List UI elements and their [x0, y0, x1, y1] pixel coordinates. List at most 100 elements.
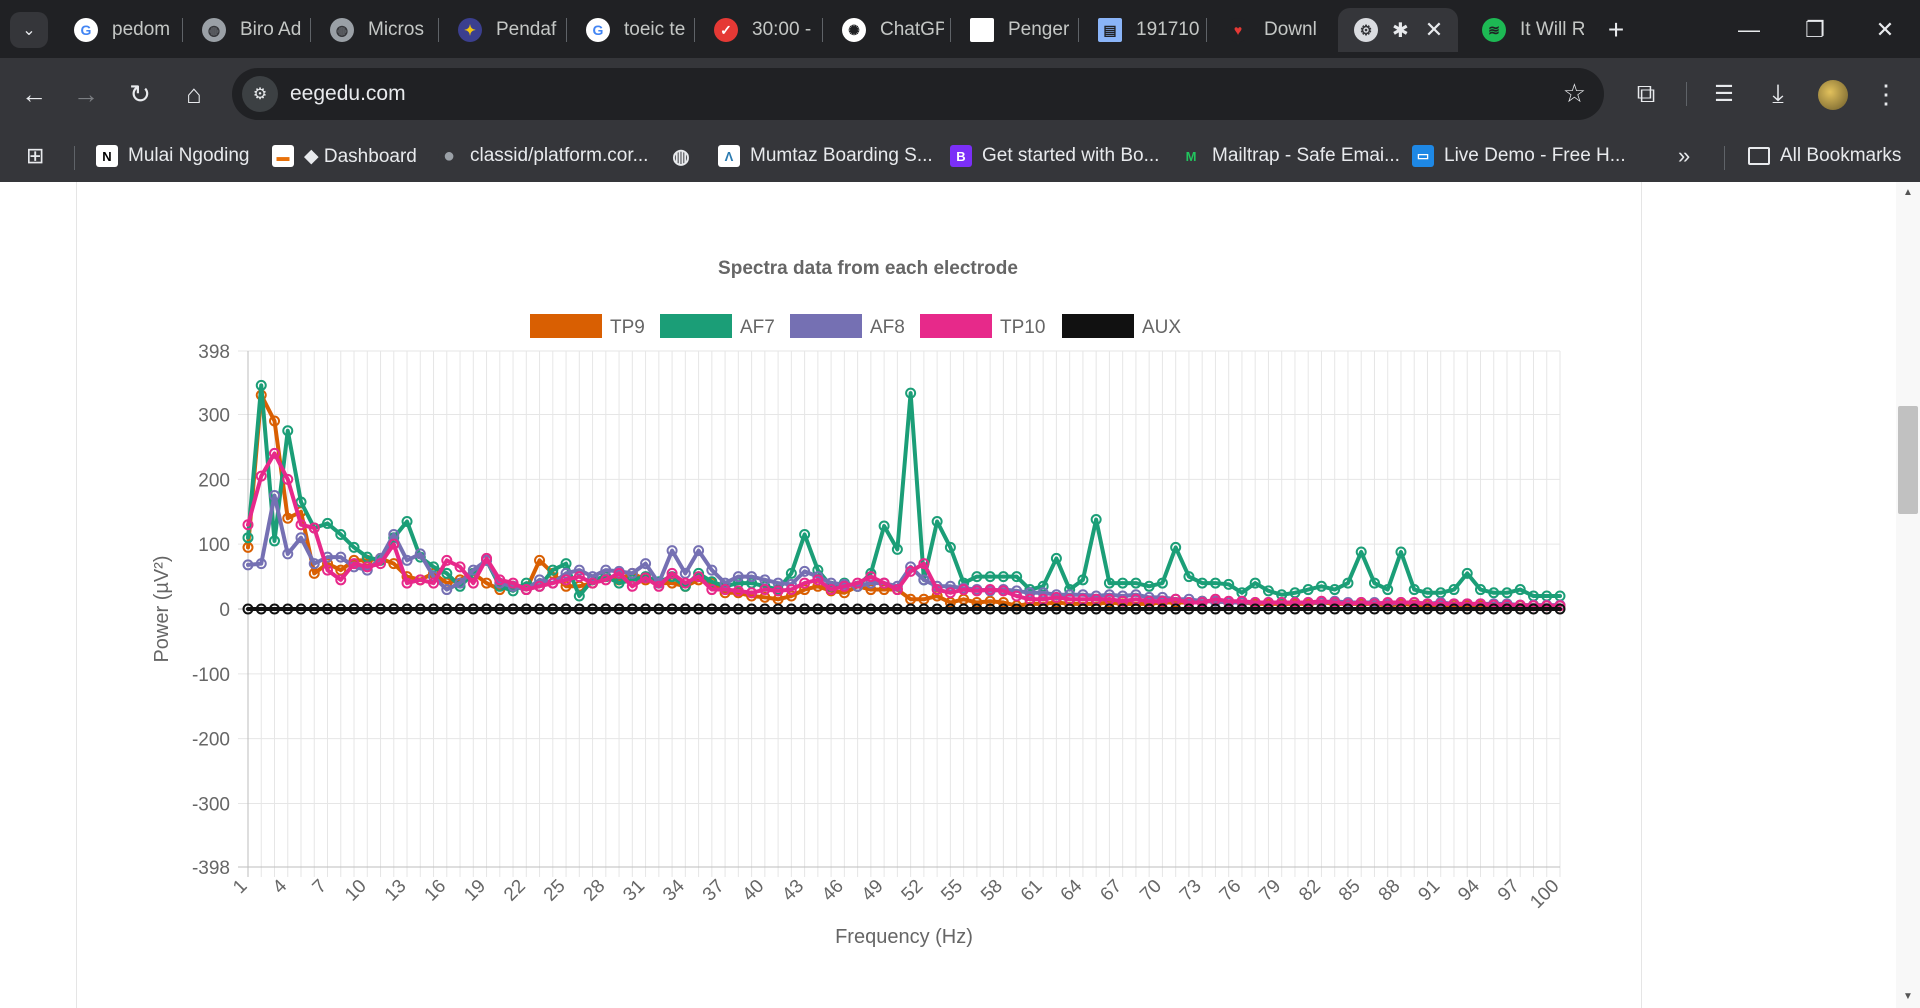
scroll-down-icon[interactable]: ▼ — [1898, 988, 1918, 1006]
tab-1[interactable]: ◍ Biro Ad — [186, 8, 304, 52]
tab-7[interactable]: Penger — [954, 8, 1072, 52]
home-button[interactable]: ⌂ — [176, 76, 212, 112]
bookmark-3[interactable]: ◍ — [670, 142, 702, 170]
mumtaz-icon: Λ — [718, 145, 740, 167]
bookmark-label: Mulai Ngoding — [128, 145, 250, 166]
x-tick-label: 34 — [659, 875, 689, 905]
x-tick-label: 40 — [739, 876, 769, 906]
legend-label-af8: AF8 — [870, 317, 905, 338]
bookmarks-overflow-button[interactable]: » — [1678, 142, 1690, 170]
globe-icon: ◍ — [202, 18, 226, 42]
bookmark-7[interactable]: ▭ Live Demo - Free H... — [1412, 142, 1626, 170]
tab-search-button[interactable]: ⌄ — [10, 12, 48, 48]
address-bar[interactable]: ⚙ eegedu.com ☆ — [232, 68, 1604, 120]
download-icon: ⤓ — [1772, 78, 1784, 108]
github-icon: ● — [438, 145, 460, 167]
media-controls-button[interactable]: ☰ — [1706, 76, 1742, 112]
tab-3[interactable]: ✦ Pendaf — [442, 8, 560, 52]
bookmark-label: Mailtrap - Safe Emai... — [1212, 145, 1400, 166]
minimize-button[interactable]: — — [1726, 10, 1772, 50]
restore-button[interactable]: ❐ — [1792, 10, 1838, 50]
x-tick-label: 58 — [977, 876, 1007, 906]
bookmark-6[interactable]: M Mailtrap - Safe Emai... — [1180, 142, 1400, 170]
globe-icon: ◍ — [330, 18, 354, 42]
tab-title: Penger — [1008, 19, 1070, 40]
bookmark-0[interactable]: N Mulai Ngoding — [96, 142, 249, 170]
profile-avatar[interactable] — [1818, 80, 1848, 110]
new-tab-button[interactable]: + — [1600, 12, 1632, 48]
url-text[interactable]: eegedu.com — [290, 82, 406, 106]
x-tick-label: 82 — [1295, 876, 1325, 906]
x-tick-label: 31 — [619, 876, 649, 906]
x-tick-label: 4 — [269, 875, 292, 898]
y-tick-label: 200 — [198, 470, 230, 491]
y-tick-label: -200 — [192, 730, 230, 751]
legend-label-aux: AUX — [1142, 317, 1181, 338]
x-tick-label: 43 — [778, 876, 808, 906]
menu-button[interactable]: ⋮ — [1868, 76, 1904, 112]
scroll-up-icon[interactable]: ▲ — [1898, 184, 1918, 202]
bookmark-label: Get started with Bo... — [982, 145, 1160, 166]
downloads-button[interactable]: ⤓ — [1760, 76, 1796, 112]
bookmarks-bar: ⊞ N Mulai Ngoding ▬ ◆ Dashboard ● classid/pla… — [0, 130, 1920, 182]
bookmark-star-icon[interactable]: ☆ — [1563, 78, 1586, 109]
tab-title: Micros — [368, 19, 424, 40]
minimize-icon: — — [1738, 17, 1760, 42]
close-window-button[interactable]: ✕ — [1862, 10, 1908, 50]
forward-arrow-icon: → — [73, 78, 99, 109]
x-tick-label: 28 — [580, 876, 610, 906]
close-tab-icon[interactable]: ✕ — [1425, 17, 1443, 43]
y-tick-label: -100 — [192, 665, 230, 686]
tab-10[interactable]: ⚙ ✱ ✕ — [1338, 8, 1458, 52]
reload-icon: ↻ — [129, 78, 151, 109]
apps-button[interactable]: ⊞ — [26, 142, 44, 170]
tab-4[interactable]: Gtoeic te — [570, 8, 688, 52]
browser-toolbar: ← → ↻ ⌂ ⚙ eegedu.com ☆ ⧉ ☰ ⤓ ⋮ — [0, 58, 1920, 130]
tab-0[interactable]: Gpedom — [58, 8, 176, 52]
legend-swatch-aux — [1062, 314, 1134, 338]
page-scrollbar[interactable] — [1896, 182, 1920, 1008]
folder-icon — [1748, 147, 1770, 165]
tab-2[interactable]: ◍ Micros — [314, 8, 432, 52]
x-tick-label: 10 — [341, 876, 371, 906]
bookmark-4[interactable]: Λ Mumtaz Boarding S... — [718, 142, 933, 170]
legend-label-af7: AF7 — [740, 317, 775, 338]
bookmark-5[interactable]: B Get started with Bo... — [950, 142, 1159, 170]
tab-divider — [694, 18, 695, 42]
x-tick-label: 37 — [699, 876, 729, 906]
x-tick-label: 67 — [1096, 876, 1126, 906]
chart-title: Spectra data from each electrode — [718, 258, 1018, 279]
bootstrap-icon: B — [950, 145, 972, 167]
tab-divider — [310, 18, 311, 42]
tab-6[interactable]: ✺ ChatGP — [826, 8, 944, 52]
tab-9[interactable]: ♥ Downl — [1210, 8, 1328, 52]
series-aux — [242, 603, 1566, 615]
back-button[interactable]: ← — [16, 76, 52, 112]
scrollbar-thumb[interactable] — [1898, 406, 1918, 514]
x-tick-label: 25 — [540, 876, 570, 906]
tab-11[interactable]: ≋ It Will R — [1466, 8, 1584, 52]
extensions-button[interactable]: ⧉ — [1628, 76, 1664, 112]
tab-title: Pendaf — [496, 19, 557, 40]
site-info-button[interactable]: ⚙ — [242, 76, 278, 112]
tab-8[interactable]: ▤ 191710 — [1082, 8, 1200, 52]
y-tick-label: 100 — [198, 535, 230, 556]
all-bookmarks-button[interactable]: All Bookmarks — [1748, 142, 1901, 170]
spectra-chart: Spectra data from each electrode TP9 AF7 AF… — [151, 258, 1566, 948]
bookmark-label: Live Demo - Free H... — [1444, 145, 1626, 166]
tab-5[interactable]: ✓ 30:00 - — [698, 8, 816, 52]
puzzle-icon: ⧉ — [1636, 78, 1656, 108]
legend-swatch-tp9 — [530, 314, 602, 338]
apps-grid-icon: ⊞ — [26, 143, 45, 168]
x-tick-label: 70 — [1136, 876, 1166, 906]
x-tick-label: 16 — [421, 876, 451, 906]
bookmark-1[interactable]: ▬ ◆ Dashboard — [272, 142, 417, 170]
bookmark-2[interactable]: ● classid/platform.cor... — [438, 142, 648, 170]
heart-icon: ♥ — [1226, 18, 1250, 42]
reload-button[interactable]: ↻ — [122, 76, 158, 112]
forward-button[interactable]: → — [68, 76, 104, 112]
x-tick-label: 13 — [381, 876, 411, 906]
tab-divider — [822, 18, 823, 42]
x-tick-label: 76 — [1216, 876, 1246, 906]
x-tick-label: 1 — [229, 876, 251, 898]
